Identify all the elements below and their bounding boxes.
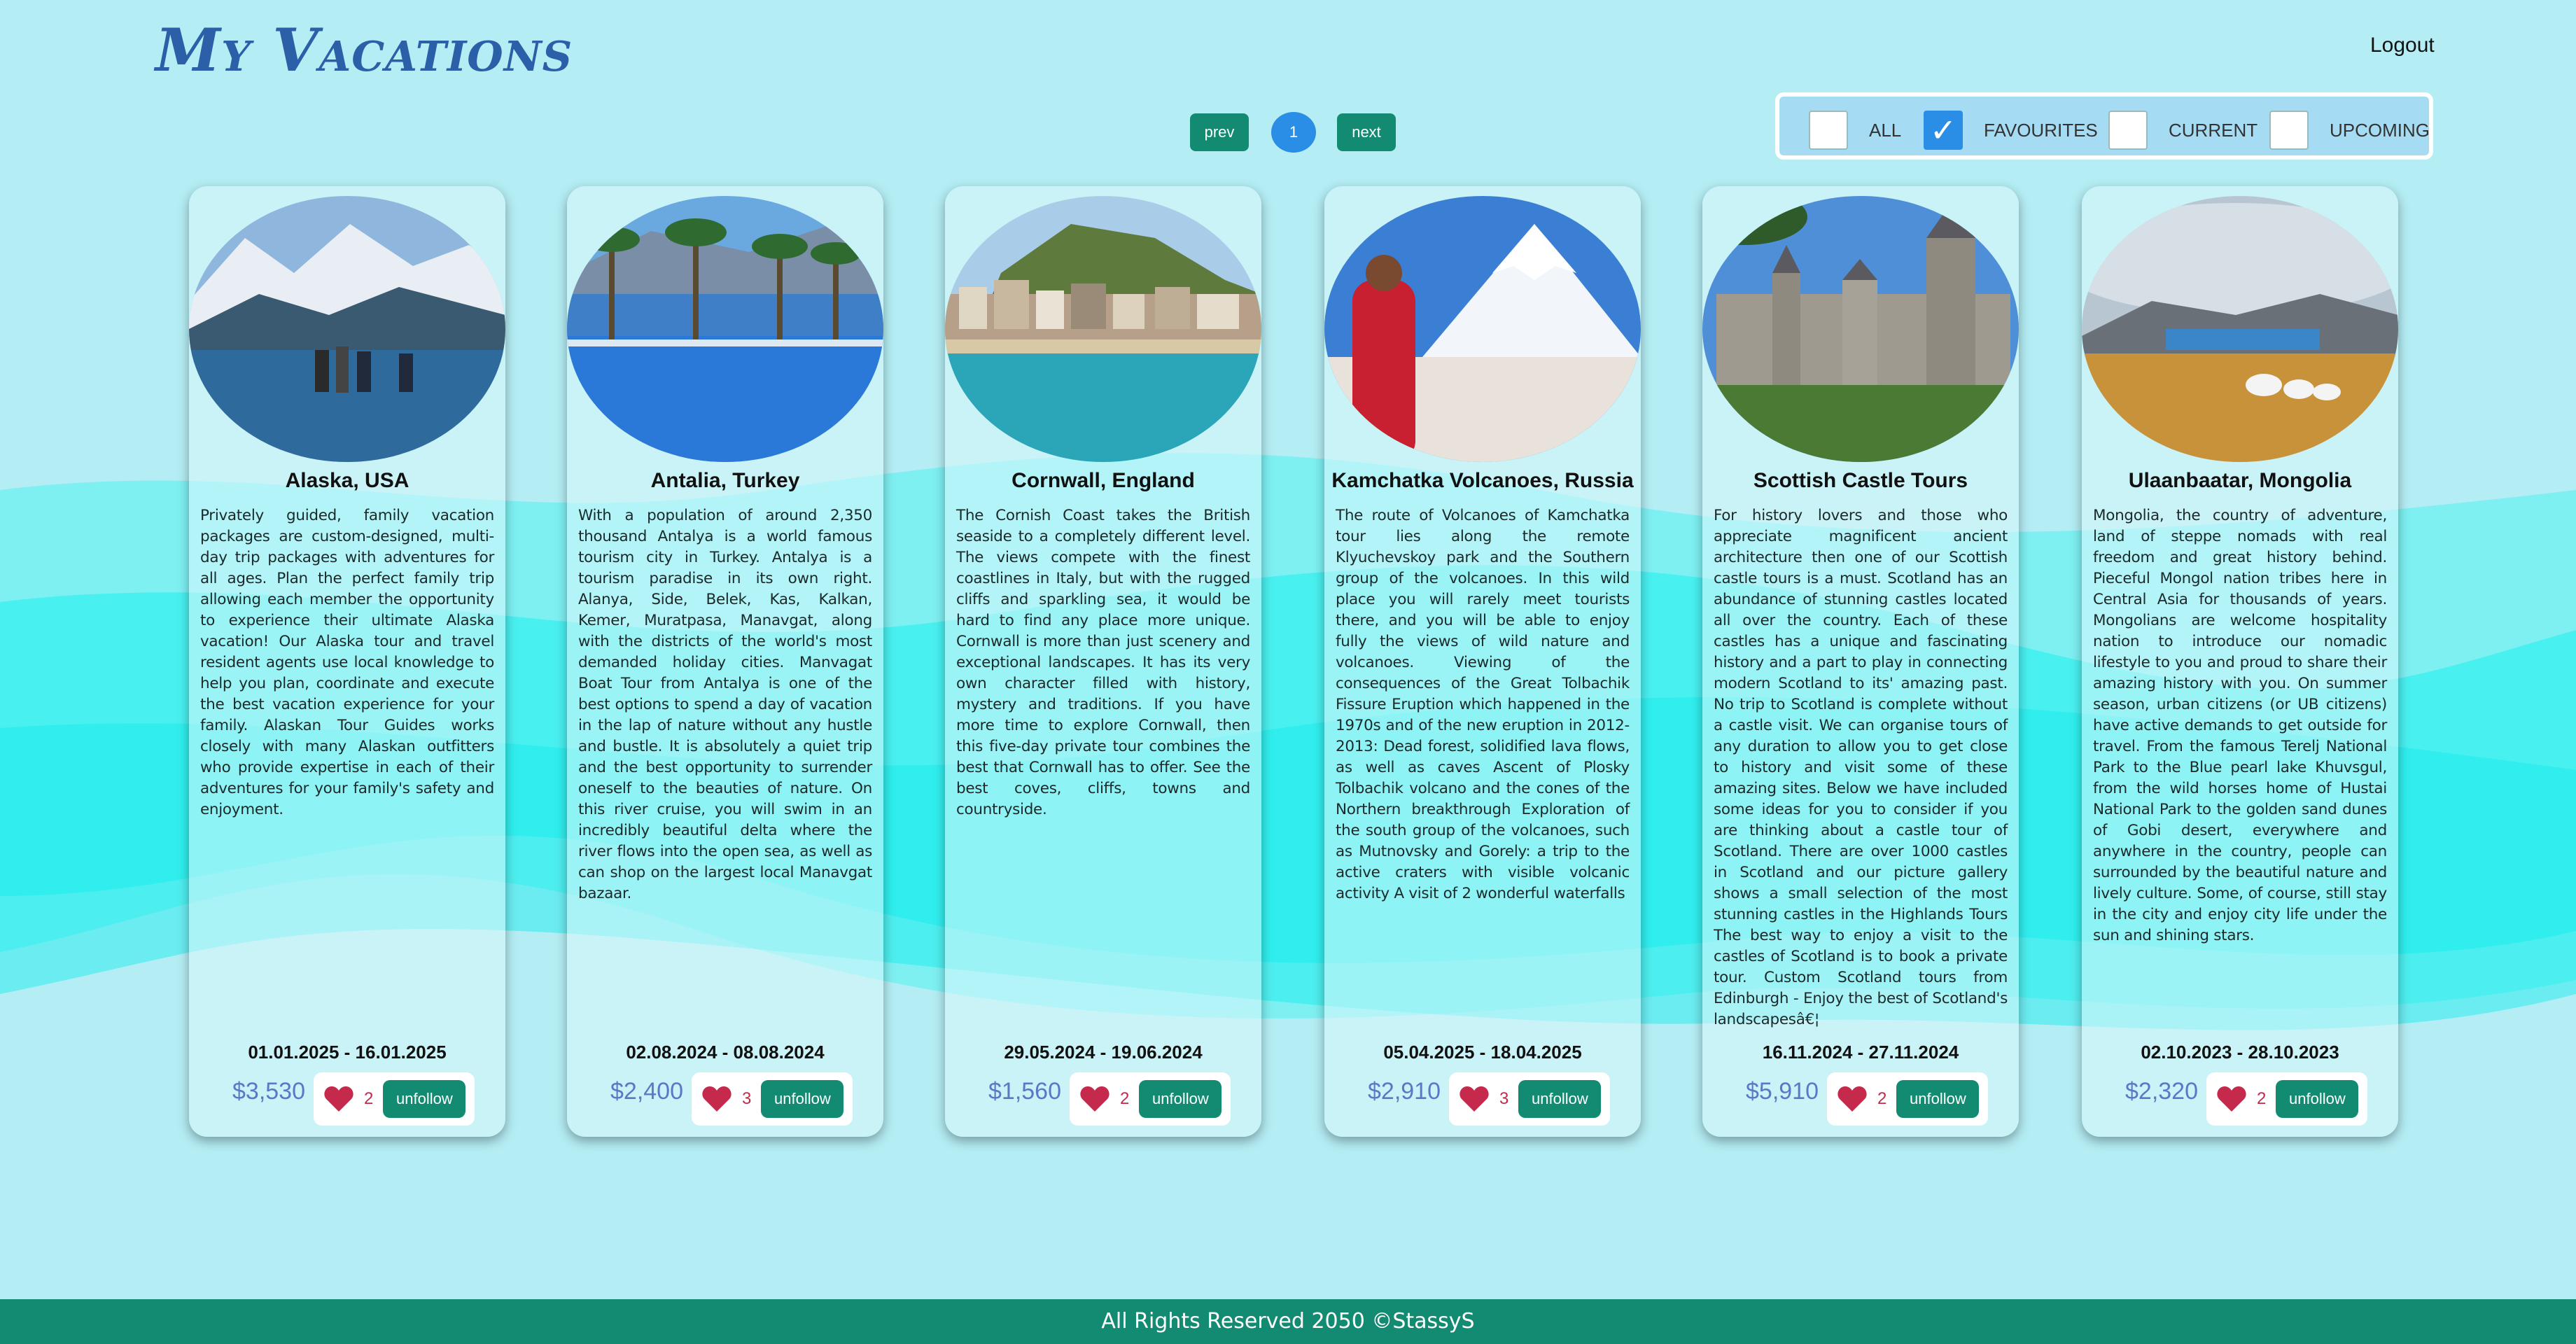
follow-actions: 3 unfollow [1449, 1072, 1610, 1126]
footer: All Rights Reserved 2050 ©StassyS [0, 1299, 2576, 1344]
heart-icon[interactable] [1837, 1085, 1868, 1113]
vacation-price: $5,910 [1746, 1078, 1819, 1105]
vacation-price: $2,400 [610, 1078, 683, 1105]
vacation-description: The Cornish Coast takes the British seas… [956, 507, 1250, 818]
filter-bar: ALL ✓ FAVOURITES CURRENT UPCOMING [1775, 92, 2433, 160]
vacation-title: Antalia, Turkey [650, 469, 800, 492]
likes-count: 2 [2257, 1089, 2267, 1108]
vacation-card: Alaska, USA Privately guided, family vac… [189, 186, 505, 1137]
unfollow-button[interactable]: unfollow [383, 1080, 466, 1118]
vacation-dates: 29.05.2024 - 19.06.2024 [1004, 1042, 1203, 1063]
vacation-dates: 01.01.2025 - 16.01.2025 [248, 1042, 447, 1063]
vacation-description: The route of Volcanoes of Kamchatka tour… [1336, 507, 1630, 902]
vacation-card: Ulaanbaatar, Mongolia Mongolia, the coun… [2082, 186, 2398, 1137]
heart-icon[interactable] [701, 1085, 732, 1113]
vacation-image [1324, 196, 1641, 462]
vacation-card: Antalia, Turkey With a population of aro… [567, 186, 883, 1137]
filter-favourites-label: FAVOURITES [1984, 119, 2098, 141]
vacation-card: Scottish Castle Tours For history lovers… [1702, 186, 2019, 1137]
vacation-description: With a population of around 2,350 thousa… [578, 507, 872, 902]
vacation-price: $3,530 [232, 1078, 305, 1105]
heart-icon[interactable] [1459, 1085, 1490, 1113]
filter-current[interactable]: CURRENT [2108, 111, 2258, 150]
unfollow-button[interactable]: unfollow [761, 1080, 844, 1118]
likes-count: 3 [1499, 1089, 1509, 1108]
heart-icon[interactable] [1079, 1085, 1110, 1113]
likes-count: 2 [1877, 1089, 1887, 1108]
likes-count: 2 [1120, 1089, 1130, 1108]
vacation-dates: 05.04.2025 - 18.04.2025 [1383, 1042, 1582, 1063]
vacation-title: Alaska, USA [285, 469, 410, 492]
likes-count: 2 [364, 1089, 374, 1108]
unfollow-button[interactable]: unfollow [1896, 1080, 1980, 1118]
filter-favourites[interactable]: ✓ FAVOURITES [1924, 111, 2098, 150]
vacation-title: Cornwall, England [1011, 469, 1195, 492]
vacation-image [1702, 196, 2019, 462]
vacation-card: Kamchatka Volcanoes, Russia The route of… [1324, 186, 1641, 1137]
vacation-image [567, 196, 883, 462]
checkmark-icon: ✓ [1929, 111, 1957, 149]
vacation-image [945, 196, 1261, 462]
heart-icon[interactable] [2216, 1085, 2247, 1113]
vacation-description: Privately guided, family vacation packag… [200, 507, 494, 818]
vacation-image [2082, 196, 2398, 462]
filter-current-checkbox[interactable] [2108, 111, 2148, 150]
filter-all-label: ALL [1869, 119, 1902, 141]
filter-current-label: CURRENT [2169, 119, 2258, 141]
follow-actions: 2 unfollow [314, 1072, 475, 1126]
filter-upcoming-label: UPCOMING [2330, 119, 2430, 141]
vacation-description: For history lovers and those who appreci… [1714, 507, 2008, 1028]
unfollow-button[interactable]: unfollow [1518, 1080, 1602, 1118]
follow-actions: 2 unfollow [1070, 1072, 1231, 1126]
follow-actions: 2 unfollow [2206, 1072, 2367, 1126]
unfollow-button[interactable]: unfollow [1139, 1080, 1222, 1118]
vacation-price: $2,910 [1368, 1078, 1441, 1105]
vacation-description: Mongolia, the country of adventure, land… [2093, 507, 2387, 944]
filter-upcoming-checkbox[interactable] [2269, 111, 2309, 150]
logout-link[interactable]: Logout [2370, 34, 2435, 57]
next-page-button[interactable]: next [1337, 113, 1396, 151]
vacation-title: Scottish Castle Tours [1753, 469, 1968, 492]
unfollow-button[interactable]: unfollow [2276, 1080, 2359, 1118]
follow-actions: 3 unfollow [692, 1072, 853, 1126]
vacation-dates: 02.10.2023 - 28.10.2023 [2141, 1042, 2339, 1063]
filter-all-checkbox[interactable] [1809, 111, 1848, 150]
vacation-dates: 16.11.2024 - 27.11.2024 [1762, 1042, 1959, 1063]
vacation-image [189, 196, 505, 462]
prev-page-button[interactable]: prev [1190, 113, 1249, 151]
filter-all[interactable]: ALL [1809, 111, 1901, 150]
filter-upcoming[interactable]: UPCOMING [2269, 111, 2430, 150]
heart-icon[interactable] [323, 1085, 354, 1113]
filter-favourites-checkbox[interactable]: ✓ [1924, 111, 1963, 150]
follow-actions: 2 unfollow [1827, 1072, 1988, 1126]
vacation-title: Ulaanbaatar, Mongolia [2128, 469, 2352, 492]
vacation-price: $2,320 [2125, 1078, 2198, 1105]
vacation-title: Kamchatka Volcanoes, Russia [1331, 469, 1634, 492]
vacation-price: $1,560 [988, 1078, 1061, 1105]
likes-count: 3 [742, 1089, 752, 1108]
app-brand: My Vacations [155, 15, 573, 85]
page-number-button[interactable]: 1 [1271, 112, 1316, 153]
vacation-dates: 02.08.2024 - 08.08.2024 [626, 1042, 825, 1063]
vacation-card: Cornwall, England The Cornish Coast take… [945, 186, 1261, 1137]
